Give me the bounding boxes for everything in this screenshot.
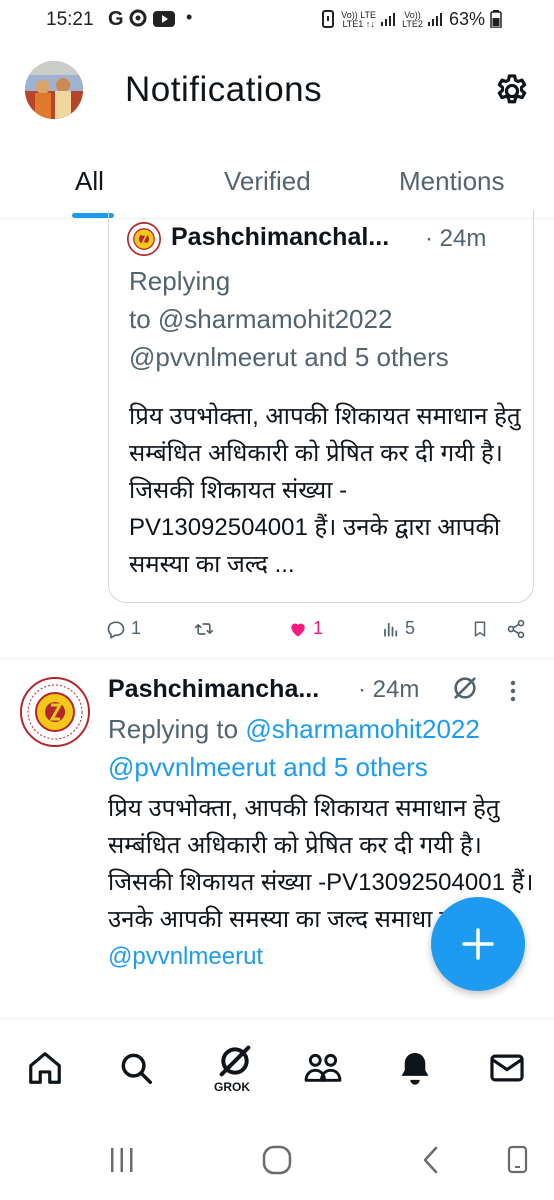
system-nav-bar	[0, 1120, 554, 1200]
status-app-icons: G	[108, 8, 175, 31]
bookmark-icon	[474, 621, 486, 637]
status-bar: 15:21 G • Vo)) LTE LTE1 ↑↓ Vo)) LTE2 63%	[0, 0, 554, 40]
views-button[interactable]: 5	[382, 618, 415, 639]
share-button[interactable]	[506, 618, 526, 639]
quoted-author-name[interactable]: Pashchimanchal...	[171, 223, 389, 252]
retweet-icon	[194, 623, 214, 636]
battery-percent: 63%	[448, 9, 485, 29]
quoted-replying-line2: to @sharmamohit2022	[129, 304, 393, 334]
home-icon[interactable]	[26, 1049, 64, 1087]
replying-prefix: Replying to	[108, 714, 246, 744]
quoted-tweet-text: प्रिय उपभोक्ता, आपकी शिकायत समाधान हेतु …	[129, 403, 521, 578]
quoted-replying-line3: @pvvnlmeerut and 5 others	[129, 342, 449, 372]
heart-icon	[291, 623, 305, 637]
reply-count: 1	[131, 618, 142, 638]
page-title: Notifications	[125, 70, 323, 109]
search-icon[interactable]	[117, 1049, 155, 1087]
settings-gear-icon[interactable]	[493, 72, 531, 110]
grok-nav-label: GROK	[214, 1080, 250, 1094]
bookmark-button[interactable]	[471, 618, 489, 639]
pvvnl-logo-icon	[127, 222, 161, 256]
compose-button[interactable]	[431, 897, 525, 991]
views-icon	[384, 623, 398, 637]
status-time: 15:21	[46, 9, 94, 30]
tweet-timestamp: · 24m	[358, 676, 420, 703]
messages-icon[interactable]	[488, 1049, 526, 1087]
status-dot: •	[186, 7, 193, 27]
notifications-bell-icon[interactable]	[396, 1049, 434, 1087]
profile-avatar[interactable]	[25, 61, 83, 119]
tweet-divider	[0, 658, 554, 659]
more-options-icon[interactable]	[510, 680, 516, 702]
keyboard-toggle-icon[interactable]	[506, 1145, 530, 1175]
plus-icon	[462, 928, 494, 960]
tab-verified[interactable]: Verified	[224, 166, 311, 197]
quoted-replying-to: Replying to @sharmamohit2022 @pvvnlmeeru…	[129, 262, 449, 376]
signal-label-b: Vo)) LTE2	[402, 10, 423, 30]
signal-label-a: Vo)) LTE LTE1 ↑↓	[341, 10, 377, 30]
replying-others-link[interactable]: @pvvnlmeerut and 5 others	[108, 752, 428, 782]
like-count: 1	[313, 618, 324, 638]
status-right: Vo)) LTE LTE1 ↑↓ Vo)) LTE2 63%	[320, 9, 502, 30]
communities-icon[interactable]	[303, 1049, 343, 1087]
youtube-icon	[152, 11, 175, 27]
retweet-button[interactable]	[193, 618, 215, 639]
reply-button[interactable]: 1	[106, 618, 141, 639]
reply-icon	[107, 621, 125, 639]
tab-mentions[interactable]: Mentions	[399, 166, 505, 197]
grok-icon[interactable]	[451, 674, 479, 702]
grok-nav-icon[interactable]	[215, 1041, 255, 1081]
pvvnl-avatar-icon[interactable]	[20, 677, 90, 747]
recent-apps-icon[interactable]	[107, 1146, 137, 1174]
quoted-replying-line1: Replying	[129, 266, 231, 296]
like-button[interactable]: 1	[288, 618, 323, 639]
battery-icon	[490, 10, 502, 29]
tweet-author-name[interactable]: Pashchimancha...	[108, 675, 319, 704]
tweet-mention-link[interactable]: @pvvnlmeerut	[108, 943, 263, 970]
share-icon	[507, 620, 525, 639]
signal-2-icon	[427, 13, 442, 26]
back-icon[interactable]	[420, 1145, 442, 1175]
quoted-timestamp: · 24m	[425, 225, 487, 252]
replying-handle-link[interactable]: @sharmamohit2022	[245, 714, 480, 744]
views-count: 5	[405, 618, 416, 638]
profile-avatar-image	[25, 61, 83, 119]
signal-1-icon	[381, 13, 396, 26]
bottom-nav	[0, 1018, 554, 1105]
tweet-replying-to: Replying to @sharmamohit2022 @pvvnlmeeru…	[108, 710, 548, 786]
status-app-icon-circle	[129, 9, 147, 27]
home-button-icon[interactable]	[261, 1145, 293, 1175]
tab-all[interactable]: All	[75, 166, 104, 197]
alarm-icon	[322, 10, 335, 28]
